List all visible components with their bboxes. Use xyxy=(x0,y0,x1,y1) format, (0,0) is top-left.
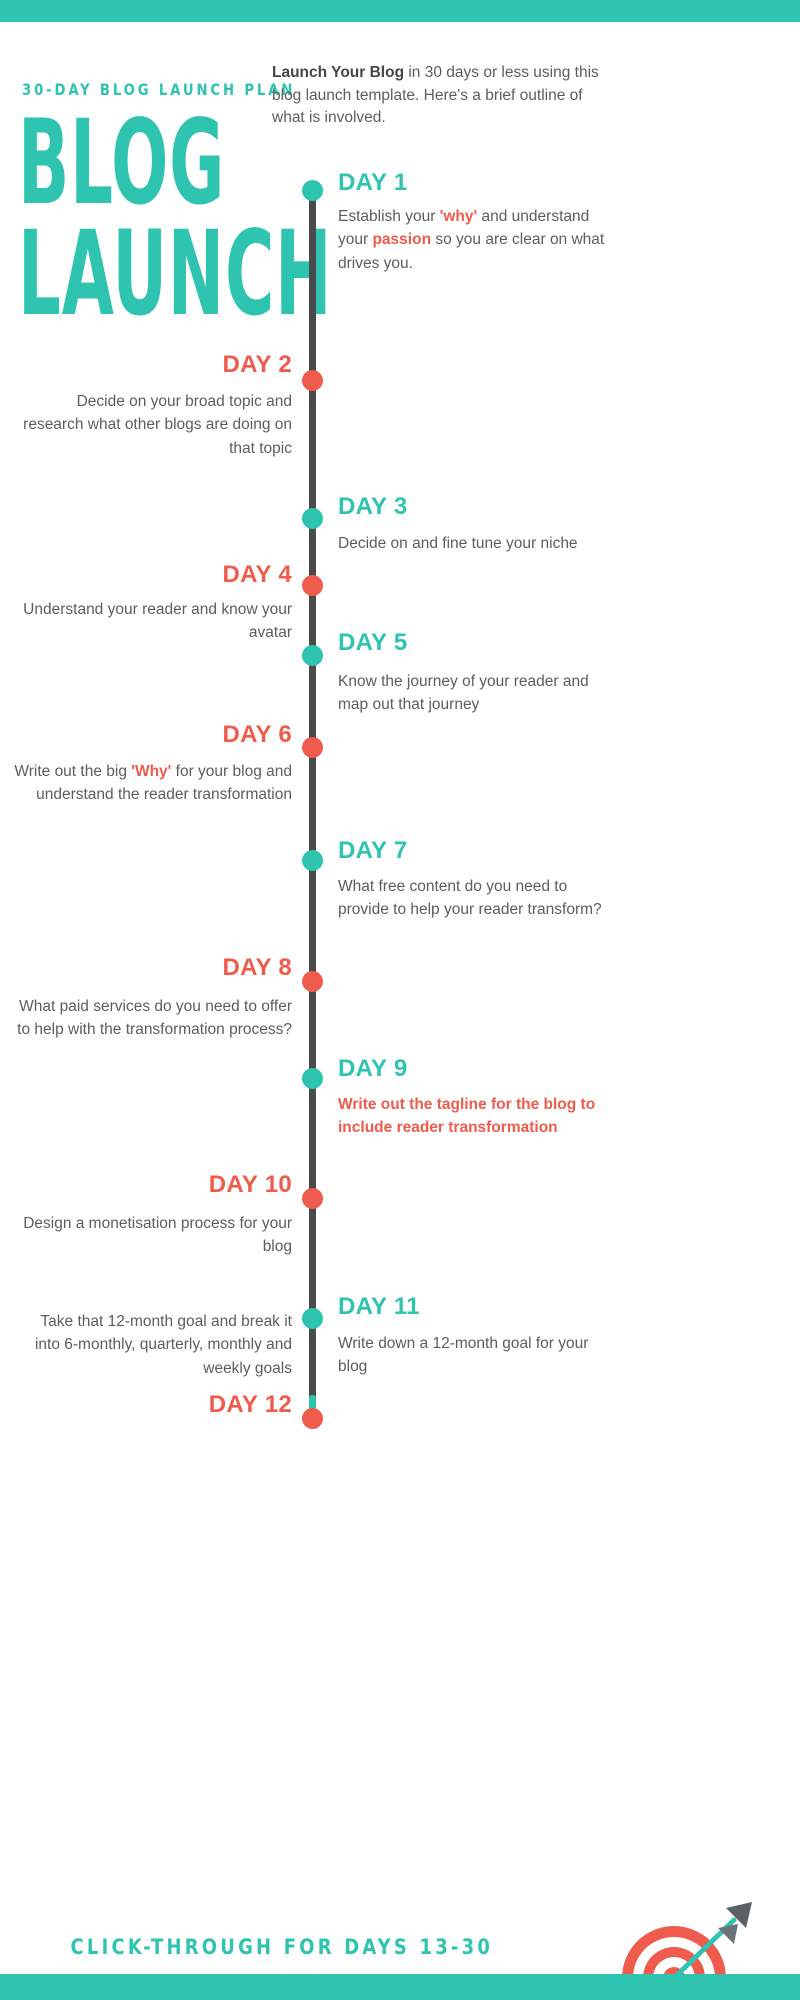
day-body-wrap: Establish your 'why' and understand your… xyxy=(338,205,616,275)
timeline-entry-day-6: DAY 6 xyxy=(14,722,292,753)
timeline-entry-day-5: DAY 5 xyxy=(338,630,616,661)
click-through-cta[interactable]: CLICK-THROUGH FOR DAYS 13-30 xyxy=(71,1935,490,1959)
day-body-wrap: Know the journey of your reader and map … xyxy=(338,670,616,717)
page-title: BLOG LAUNCH xyxy=(18,94,333,343)
timeline-dot-day-7 xyxy=(302,850,323,871)
day-body-wrap: Write out the big 'Why' for your blog an… xyxy=(14,760,292,807)
body-text: Design a monetisation process for your b… xyxy=(23,1215,292,1256)
day-body: What free content do you need to provide… xyxy=(338,875,616,922)
timeline-entry-day-9: DAY 9 xyxy=(338,1056,616,1087)
page-title-line-1: BLOG xyxy=(18,94,226,232)
day-body-wrap: Decide on and fine tune your niche xyxy=(338,532,616,555)
body-text: Write out the tagline for the blog to in… xyxy=(338,1096,596,1137)
timeline-dot-day-5 xyxy=(302,645,323,666)
day-body-wrap: Take that 12-month goal and break it int… xyxy=(14,1310,292,1380)
day-label: DAY 12 xyxy=(208,1391,292,1418)
day-label: DAY 2 xyxy=(222,351,292,378)
day-label: DAY 7 xyxy=(338,837,408,864)
timeline-dot-day-2 xyxy=(302,370,323,391)
body-text: Write down a 12-month goal for your blog xyxy=(338,1335,589,1376)
body-text: Decide on your broad topic and research … xyxy=(23,393,292,457)
timeline-entry-day-3: DAY 3 xyxy=(338,494,616,525)
day-label: DAY 9 xyxy=(338,1055,408,1082)
timeline-entry-day-10: DAY 10 xyxy=(14,1172,292,1203)
timeline-entry-day-11: DAY 11 xyxy=(338,1294,616,1325)
infographic-page: 30-DAY BLOG LAUNCH PLAN BLOG LAUNCH Laun… xyxy=(0,0,800,2000)
day-label: DAY 10 xyxy=(208,1171,292,1198)
body-text: Write out the big xyxy=(14,763,132,780)
body-text: What paid services do you need to offer … xyxy=(17,998,292,1039)
timeline-dot-day-1 xyxy=(302,180,323,201)
day-label: DAY 1 xyxy=(338,169,408,196)
intro-paragraph: Launch Your Blog in 30 days or less usin… xyxy=(272,62,612,130)
timeline-entry-day-2: DAY 2 xyxy=(14,352,292,383)
day-body-wrap: Write out the tagline for the blog to in… xyxy=(338,1093,616,1140)
day-body: Decide on and fine tune your niche xyxy=(338,532,616,555)
timeline-entry-day-7: DAY 7 xyxy=(338,838,616,869)
day-body: Know the journey of your reader and map … xyxy=(338,670,616,717)
body-text: Take that 12-month goal and break it int… xyxy=(34,1313,292,1377)
day-body: Understand your reader and know your ava… xyxy=(14,598,292,645)
timeline-spine xyxy=(309,182,316,1412)
highlight-text: 'Why' xyxy=(131,763,172,780)
timeline-entry-day-1: DAY 1 xyxy=(338,170,616,201)
page-title-line-2: LAUNCH xyxy=(18,205,333,343)
day-body-wrap: Understand your reader and know your ava… xyxy=(14,598,292,645)
timeline-dot-day-3 xyxy=(302,508,323,529)
day-body: Write out the tagline for the blog to in… xyxy=(338,1093,616,1140)
day-body: Take that 12-month goal and break it int… xyxy=(14,1310,292,1380)
body-text: Decide on and fine tune your niche xyxy=(338,535,578,552)
day-body-wrap: Write down a 12-month goal for your blog xyxy=(338,1332,616,1379)
day-body-wrap: What free content do you need to provide… xyxy=(338,875,616,922)
highlight-text: passion xyxy=(372,231,432,249)
day-label: DAY 11 xyxy=(338,1293,420,1320)
timeline-entry-day-4: DAY 4 xyxy=(14,562,292,593)
day-label: DAY 6 xyxy=(222,721,292,748)
day-body-wrap: Decide on your broad topic and research … xyxy=(14,390,292,460)
day-body: Write out the big 'Why' for your blog an… xyxy=(14,760,292,807)
body-text: Know the journey of your reader and map … xyxy=(338,673,589,714)
day-body: Decide on your broad topic and research … xyxy=(14,390,292,460)
day-body-wrap: Design a monetisation process for your b… xyxy=(14,1212,292,1259)
timeline-dot-day-9 xyxy=(302,1068,323,1089)
body-text: Establish your xyxy=(338,208,440,225)
timeline-entry-day-12: DAY 12 xyxy=(14,1392,292,1423)
timeline-dot-day-6 xyxy=(302,737,323,758)
timeline-dot-day-11 xyxy=(302,1308,323,1329)
timeline-entry-day-8: DAY 8 xyxy=(14,955,292,986)
body-text: What free content do you need to provide… xyxy=(338,878,602,919)
timeline-dot-day-4 xyxy=(302,575,323,596)
timeline-dot-day-8 xyxy=(302,971,323,992)
day-body: What paid services do you need to offer … xyxy=(14,995,292,1042)
bottom-accent-bar xyxy=(0,1974,800,2000)
body-text: Understand your reader and know your ava… xyxy=(23,601,292,642)
day-body: Design a monetisation process for your b… xyxy=(14,1212,292,1259)
day-label: DAY 3 xyxy=(338,493,408,520)
timeline-dot-day-10 xyxy=(302,1188,323,1209)
intro-bold-lead: Launch Your Blog xyxy=(272,64,405,81)
day-label: DAY 5 xyxy=(338,629,408,656)
day-body: Write down a 12-month goal for your blog xyxy=(338,1332,616,1379)
day-body-wrap: What paid services do you need to offer … xyxy=(14,995,292,1042)
timeline-dot-day-12 xyxy=(302,1408,323,1429)
highlight-text: 'why' xyxy=(439,208,478,225)
day-body: Establish your 'why' and understand your… xyxy=(338,205,616,275)
day-label: DAY 4 xyxy=(222,561,292,588)
top-accent-bar xyxy=(0,0,800,22)
day-label: DAY 8 xyxy=(222,954,292,981)
